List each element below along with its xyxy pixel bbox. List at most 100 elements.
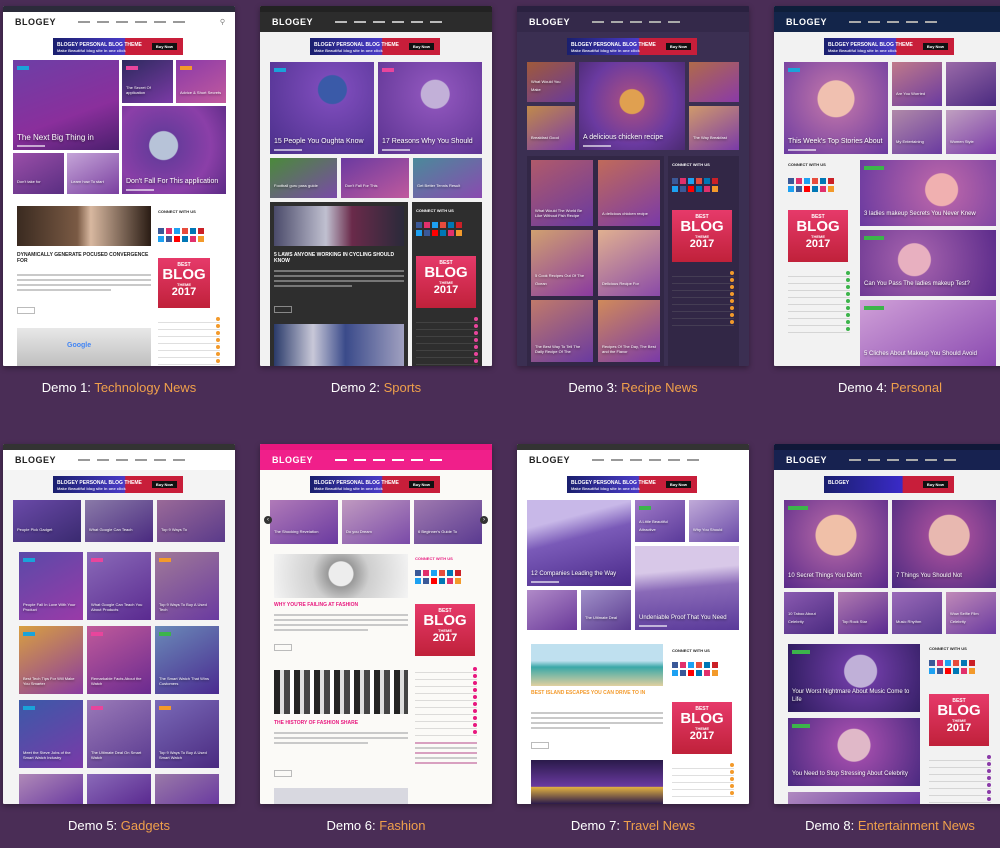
- post-image: [17, 206, 151, 246]
- category-list[interactable]: [415, 666, 477, 736]
- demo-grid: BLOGEY ⚲ BLOGEY PERSONAL BLOG THEME Make…: [0, 0, 1000, 848]
- category-list[interactable]: [788, 270, 850, 333]
- demo-caption[interactable]: Demo 8: Entertainment News: [774, 818, 1000, 833]
- featured-tile: Get Better Tennis Result: [413, 158, 482, 198]
- featured-tile: People Pick Gadget: [13, 500, 81, 542]
- featured-tile: Top 9 Ways To: [157, 500, 225, 542]
- read-more-button[interactable]: [531, 742, 549, 749]
- post-tile: A delicious chicken recipe: [598, 160, 660, 226]
- category-list[interactable]: [672, 270, 734, 326]
- demo-caption[interactable]: Demo 4: Personal: [774, 380, 1000, 395]
- featured-tile: Don't take for: [13, 153, 64, 194]
- site-logo: BLOGEY: [786, 455, 828, 465]
- post-image: [274, 670, 408, 714]
- featured-tile: Why You Should: [689, 500, 739, 542]
- featured-tile: The Secret Of application: [122, 60, 173, 103]
- slider-next-icon[interactable]: ›: [480, 516, 488, 524]
- demo-thumbnail[interactable]: BLOGEY BLOGEY PERSONAL BLOG THEME Make Be…: [517, 444, 749, 804]
- ad-banner[interactable]: BEST BLOG THEME 2017: [158, 258, 210, 308]
- ad-banner[interactable]: BEST BLOG THEME 2017: [415, 604, 475, 656]
- widget-title: CONNECT WITH US: [788, 162, 826, 167]
- social-icons[interactable]: [672, 178, 718, 192]
- site-header: BLOGEY ⚲: [3, 12, 235, 32]
- featured-tile: A delicious chicken recipe: [579, 62, 685, 150]
- post-title[interactable]: BEST ISLAND ESCAPES YOU CAN DRIVE TO IN: [531, 690, 663, 696]
- site-logo: BLOGEY: [786, 17, 828, 27]
- category-list[interactable]: [672, 762, 734, 797]
- featured-tile: Advice & Short Secrets: [176, 60, 226, 103]
- ad-banner[interactable]: BEST BLOG THEME 2017: [929, 694, 989, 746]
- demo-thumbnail[interactable]: BLOGEY BLOGEY Buy Now 10 Secret Things Yo…: [774, 444, 1000, 804]
- site-logo: BLOGEY: [272, 17, 314, 27]
- featured-tile: Don't Fall For This application: [122, 106, 226, 194]
- demo-caption[interactable]: Demo 2: Sports: [260, 380, 492, 395]
- featured-tile: The Shocking Revelation: [270, 500, 338, 544]
- featured-tile: What Google Can Teach: [85, 500, 153, 542]
- ad-banner[interactable]: BEST BLOG THEME 2017: [788, 210, 848, 262]
- category-list[interactable]: [929, 754, 991, 803]
- post-image: [274, 788, 408, 804]
- featured-tile: Undeniable Proof That You Need: [635, 546, 739, 630]
- social-icons[interactable]: [672, 662, 718, 676]
- featured-tile: Music Rhythm: [892, 592, 942, 634]
- read-more-button[interactable]: [274, 306, 292, 313]
- ad-banner[interactable]: BEST BLOG THEME 2017: [672, 702, 732, 754]
- featured-tile: 7 Things You Should Not: [892, 500, 996, 588]
- demo-thumbnail[interactable]: BLOGEY BLOGEY PERSONAL BLOG THEME Make Be…: [774, 6, 1000, 366]
- featured-tile: Top Rock Star: [838, 592, 888, 634]
- promo-banner: BLOGEY PERSONAL BLOG THEME Make Beautiful…: [567, 38, 697, 55]
- ad-banner[interactable]: BEST BLOG THEME 2017: [672, 210, 732, 262]
- demo-caption[interactable]: Demo 5: Gadgets: [3, 818, 235, 833]
- social-icons[interactable]: [788, 178, 834, 192]
- demo-thumbnail[interactable]: BLOGEY ⚲ BLOGEY PERSONAL BLOG THEME Make…: [3, 6, 235, 366]
- demo-caption[interactable]: Demo 6: Fashion: [260, 818, 492, 833]
- post-title[interactable]: THE HISTORY OF FASHION SHARE: [274, 720, 408, 726]
- slider-prev-icon[interactable]: ‹: [264, 516, 272, 524]
- social-icons[interactable]: [416, 222, 462, 236]
- featured-tile: My Entertaining: [892, 110, 942, 154]
- ad-banner[interactable]: BEST BLOG THEME 2017: [416, 256, 476, 308]
- read-more-button[interactable]: [17, 307, 35, 314]
- post-tile: The Ultimate Deal On Smart Watch: [87, 700, 151, 768]
- demo-thumbnail[interactable]: BLOGEY BLOGEY PERSONAL BLOG THEME Make Be…: [260, 6, 492, 366]
- post-image: [274, 206, 404, 246]
- post-tile: What Google Can Teach You About Products: [87, 552, 151, 620]
- social-icons[interactable]: [929, 660, 975, 674]
- featured-tile: Learn how To start: [67, 153, 119, 194]
- promo-banner: BLOGEY PERSONAL BLOG THEME Make Beautiful…: [824, 38, 954, 55]
- demo-caption[interactable]: Demo 7: Travel News: [517, 818, 749, 833]
- read-more-button[interactable]: [274, 770, 292, 777]
- post-tile: [19, 774, 83, 804]
- demo-thumbnail[interactable]: BLOGEY BLOGEY PERSONAL BLOG THEME Make Be…: [3, 444, 235, 804]
- demo-thumbnail[interactable]: BLOGEY BLOGEY PERSONAL BLOG THEME Make Be…: [260, 444, 492, 804]
- featured-tile: [527, 590, 577, 630]
- post-image: [531, 644, 663, 686]
- category-list[interactable]: [416, 316, 478, 365]
- social-icons[interactable]: [158, 228, 204, 242]
- site-logo: BLOGEY: [15, 17, 57, 27]
- post-tile: You Need to Stop Stressing About Celebri…: [788, 718, 920, 786]
- post-tile: Best Tech Tips For Will Make You Smarter: [19, 626, 83, 694]
- post-image: Google: [17, 328, 151, 366]
- read-more-button[interactable]: [274, 644, 292, 651]
- featured-tile: Wow Selfie Film Celebrity: [946, 592, 996, 634]
- demo-thumbnail[interactable]: BLOGEY BLOGEY PERSONAL BLOG THEME Make Be…: [517, 6, 749, 366]
- featured-tile: Women Style: [946, 110, 996, 154]
- post-title[interactable]: DYNAMICALLY GENERATE POCUSED CONVERGENCE…: [17, 252, 153, 264]
- demo-caption[interactable]: Demo 3: Recipe News: [517, 380, 749, 395]
- widget-title: CONNECT WITH US: [416, 208, 454, 213]
- post-tile: Can You Pass The ladies makeup Test?: [860, 230, 996, 296]
- post-tile: People Fall In Love With Your Product: [19, 552, 83, 620]
- promo-banner: BLOGEY PERSONAL BLOG THEME Make Beautiful…: [310, 38, 440, 55]
- demo-caption[interactable]: Demo 1: Technology News: [3, 380, 235, 395]
- post-title[interactable]: WHY YOU'RE FAILING AT FASHION: [274, 602, 408, 608]
- post-title[interactable]: 5 LAWS ANYONE WORKING IN CYCLING SHOULD …: [274, 252, 404, 264]
- featured-tile: 10 Taboo About Celebrity: [784, 592, 834, 634]
- featured-tile: 10 Secret Things You Didn't: [784, 500, 888, 588]
- featured-tile: A Little Beautiful Attractive: [635, 500, 685, 542]
- featured-tile: The Ultimate Deal: [581, 590, 631, 630]
- category-list[interactable]: [158, 316, 220, 365]
- social-icons[interactable]: [415, 570, 461, 584]
- post-tile: [155, 774, 219, 804]
- widget-title: CONNECT WITH US: [672, 162, 710, 167]
